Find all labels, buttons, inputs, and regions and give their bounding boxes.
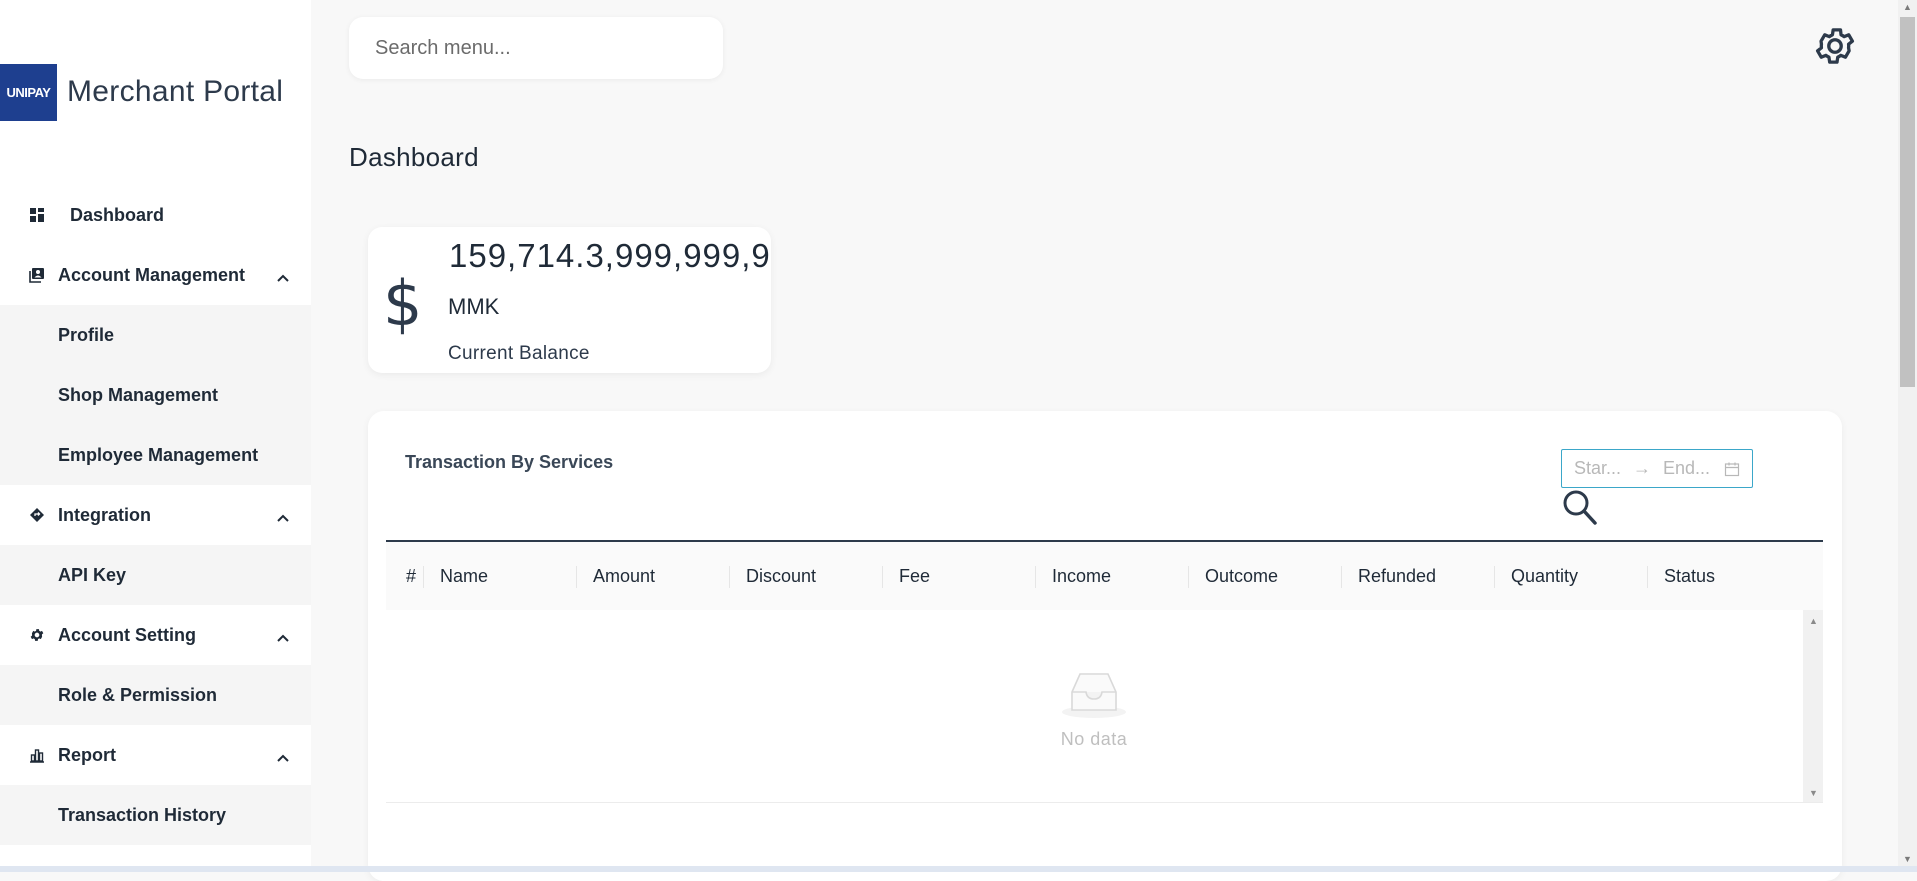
sidebar-item-label: Profile [58,324,115,345]
column-header-outcome[interactable]: Outcome [1189,542,1342,610]
balance-currency: MMK [448,294,500,319]
brand-title: Merchant Portal [67,75,284,108]
sidebar-item-api-key[interactable]: API Key [0,545,311,605]
column-header-name[interactable]: Name [424,542,577,610]
table-scrollbar[interactable]: ▲ ▼ [1803,610,1823,802]
start-date-input[interactable]: Star... [1574,458,1621,479]
id-card-icon [28,266,46,284]
sidebar-item-account-management[interactable]: Account Management [0,245,311,305]
sidebar-item-dashboard[interactable]: Dashboard [0,185,311,245]
sidebar-item-label: Report [58,744,116,765]
empty-state: No data [1054,668,1134,750]
brand: UNIPAY Merchant Portal [0,63,283,121]
balance-amount: 159,714.3,999,999,9 [449,237,771,274]
sidebar-item-label: API Key [58,564,127,585]
scrollbar-thumb[interactable] [1900,17,1915,387]
column-header-quantity[interactable]: Quantity [1495,542,1648,610]
sidebar-item-transaction-history[interactable]: Transaction History [0,785,311,845]
transactions-card: Transaction By Services Star... → End...… [368,411,1842,881]
scroll-down-arrow-icon[interactable]: ▼ [1809,788,1818,798]
sidebar-item-employee-management[interactable]: Employee Management [0,425,311,485]
chevron-up-icon [277,266,289,287]
column-header-index: # [386,542,424,610]
search-input[interactable] [349,17,723,79]
settings-gear-icon[interactable] [1813,24,1857,68]
column-header-refunded[interactable]: Refunded [1342,542,1495,610]
transactions-title: Transaction By Services [405,452,614,472]
dollar-icon: $ [383,267,423,340]
sidebar-item-label: Account Setting [58,624,196,645]
scroll-up-arrow-icon[interactable]: ▲ [1903,2,1912,12]
column-header-income[interactable]: Income [1036,542,1189,610]
sidebar-item-label: Employee Management [58,444,259,465]
balance-label: Current Balance [448,343,590,364]
sidebar-item-integration[interactable]: Integration [0,485,311,545]
sidebar: UNIPAY Merchant Portal Dashboard Account… [0,0,311,866]
window-bottom-edge [0,866,1917,872]
sidebar-item-label: Dashboard [70,204,165,225]
sidebar-menu: Dashboard Account Management Profile Sho… [0,185,311,845]
chevron-up-icon [277,746,289,767]
sidebar-item-shop-management[interactable]: Shop Management [0,365,311,425]
scroll-down-arrow-icon[interactable]: ▼ [1903,854,1912,864]
table-header: # Name Amount Discount Fee Income Outcom… [386,540,1823,610]
scroll-up-arrow-icon[interactable]: ▲ [1809,616,1818,626]
calendar-icon [1724,461,1740,477]
sidebar-item-label: Transaction History [58,804,227,825]
sidebar-item-label: Account Management [58,264,246,285]
column-header-fee[interactable]: Fee [883,542,1036,610]
date-range-picker[interactable]: Star... → End... [1561,449,1753,488]
diamond-icon [28,506,46,524]
bar-chart-icon [28,746,46,764]
search-icon[interactable] [1561,488,1599,528]
balance-card: $ 159,714.3,999,999,9 MMK Current Balanc… [368,227,771,373]
chevron-up-icon [277,626,289,647]
column-header-status[interactable]: Status [1648,542,1801,610]
table-body: No data ▲ ▼ [386,610,1823,803]
grid-icon [28,206,46,224]
sidebar-item-role-permission[interactable]: Role & Permission [0,665,311,725]
page-scrollbar[interactable]: ▲ ▼ [1898,0,1917,866]
gear-icon [28,626,46,644]
sidebar-item-account-setting[interactable]: Account Setting [0,605,311,665]
arrow-right-icon: → [1633,458,1652,478]
transactions-table: # Name Amount Discount Fee Income Outcom… [386,540,1823,803]
column-header-amount[interactable]: Amount [577,542,730,610]
sidebar-item-label: Role & Permission [58,684,218,705]
sidebar-item-label: Integration [58,504,151,525]
empty-inbox-icon [1054,673,1134,724]
chevron-up-icon [277,506,289,527]
sidebar-item-label: Shop Management [58,384,219,405]
end-date-input[interactable]: End... [1663,458,1710,479]
unipay-logo: UNIPAY [0,63,57,121]
sidebar-item-report[interactable]: Report [0,725,311,785]
page-title: Dashboard [349,142,479,172]
empty-text: No data [1060,729,1128,749]
column-header-discount[interactable]: Discount [730,542,883,610]
sidebar-item-profile[interactable]: Profile [0,305,311,365]
